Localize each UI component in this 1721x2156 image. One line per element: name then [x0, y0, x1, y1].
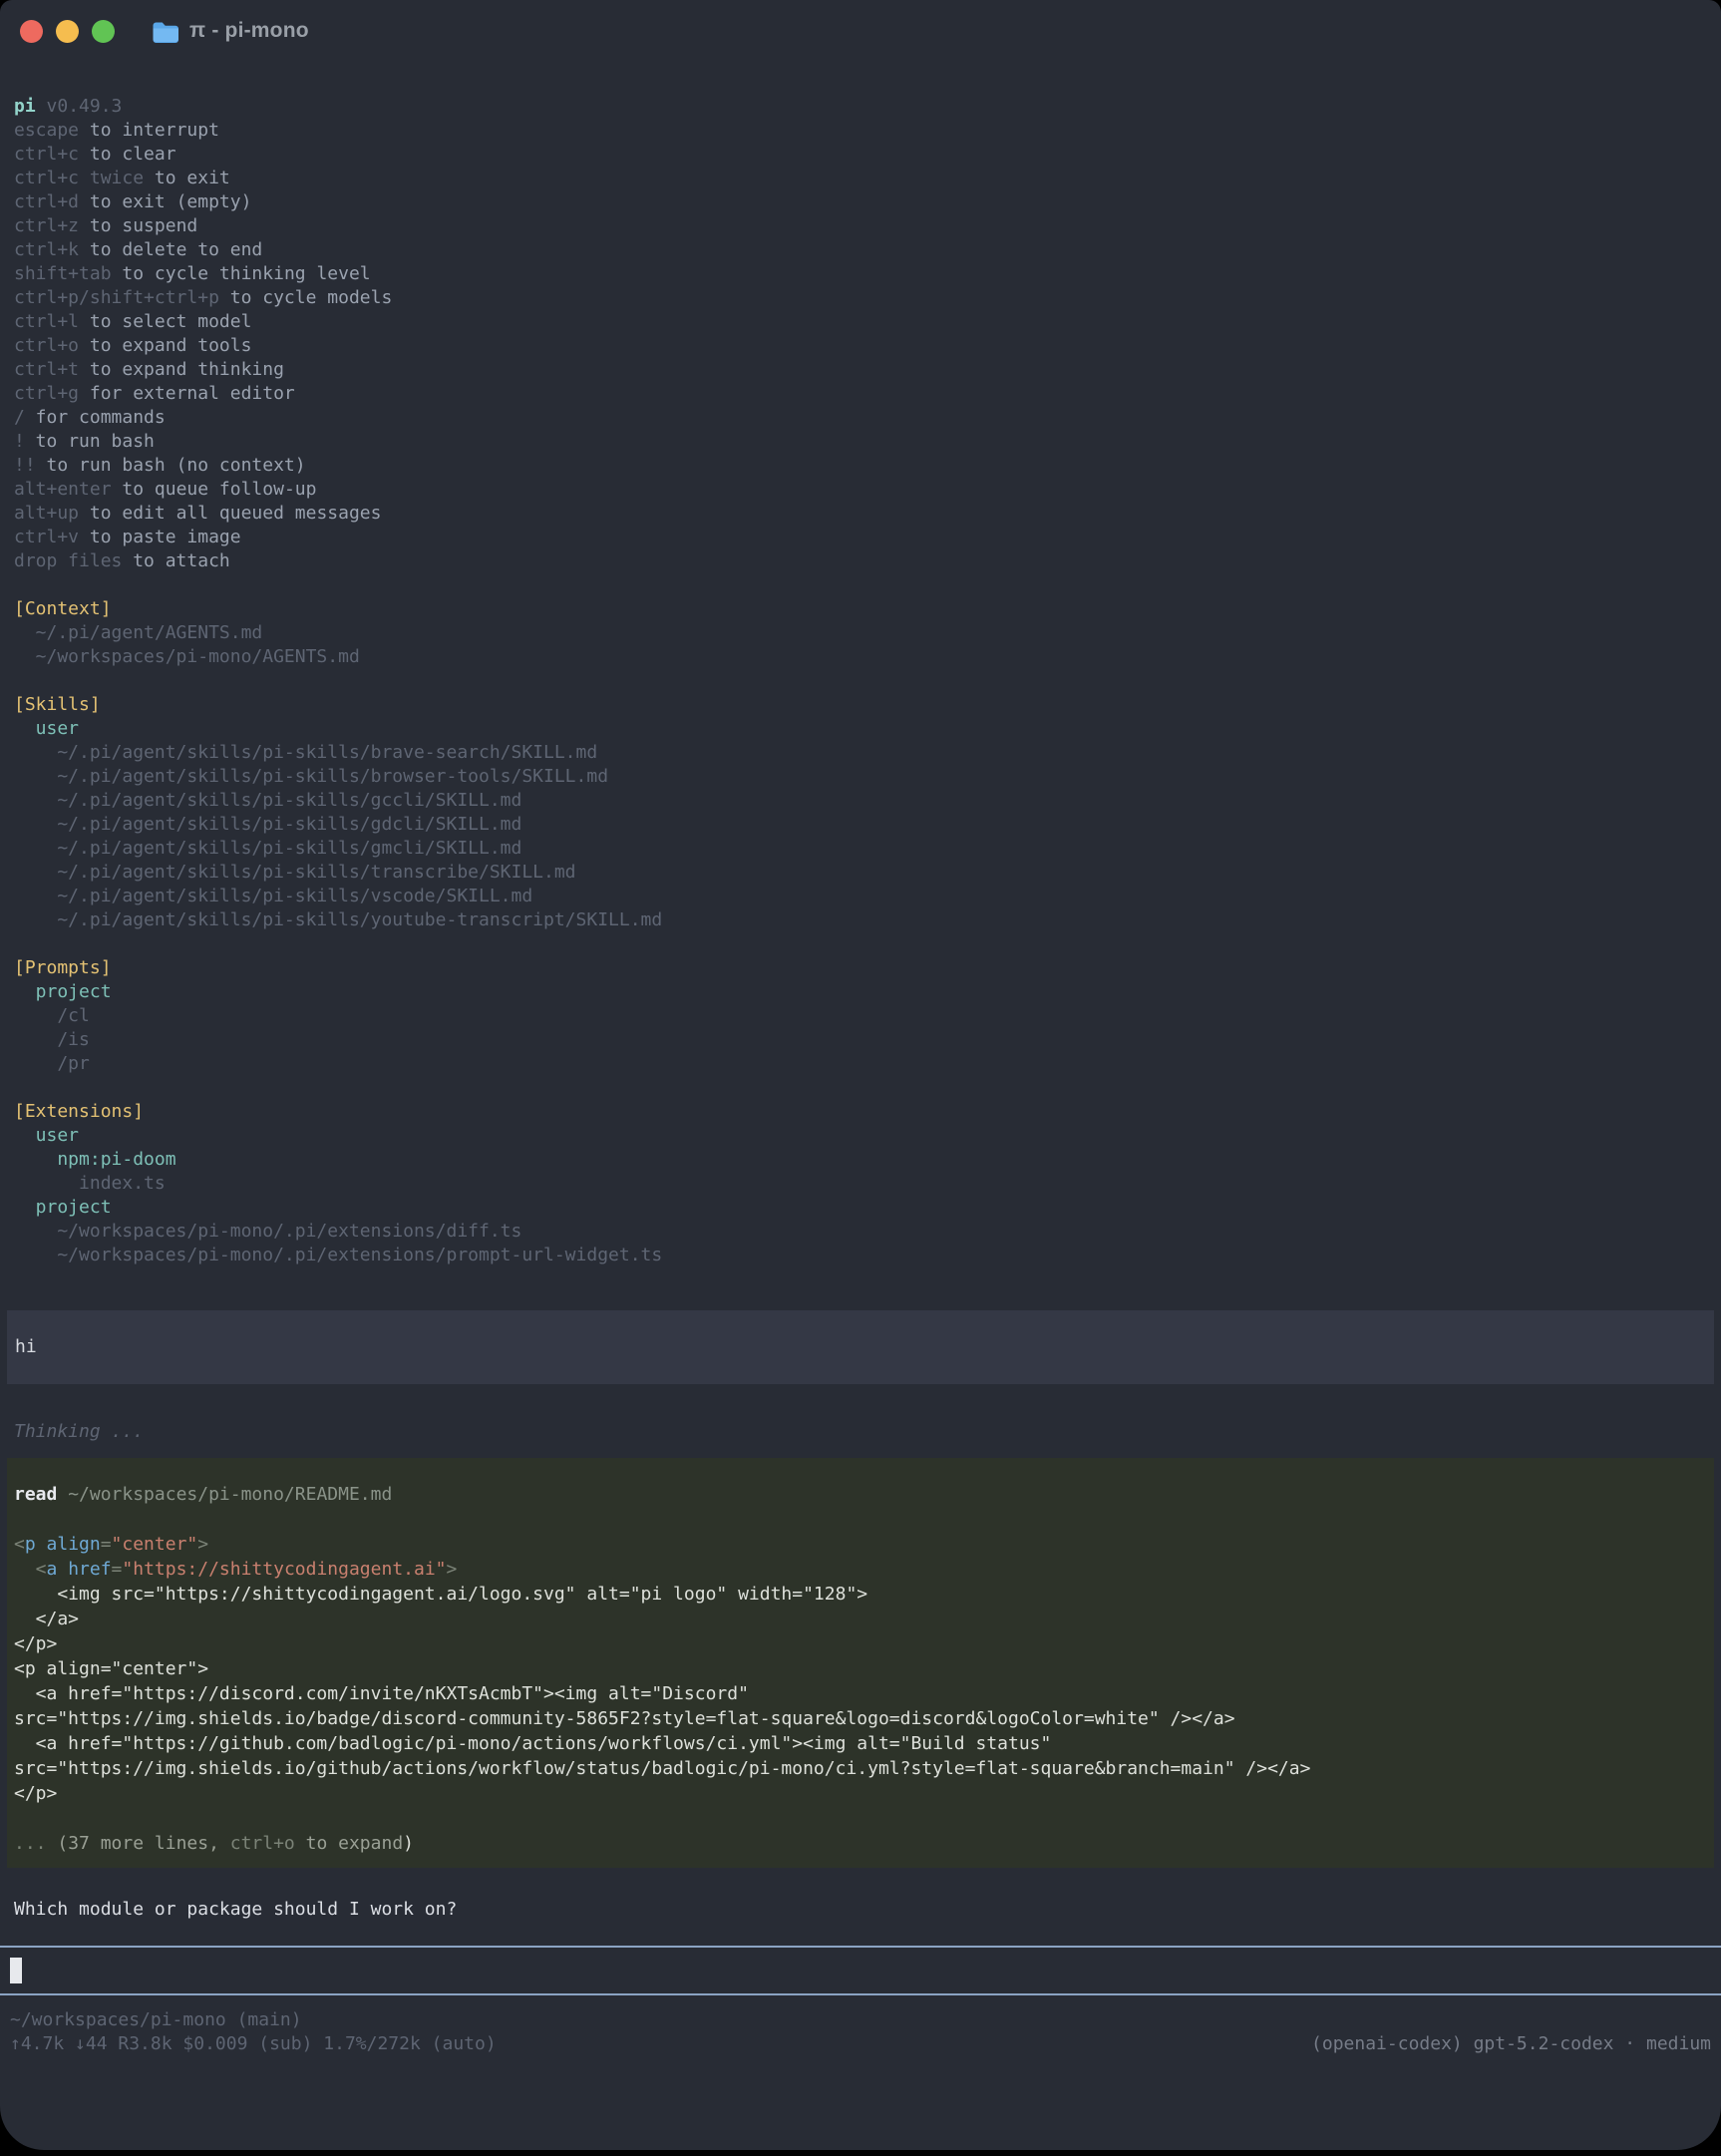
terminal-line: /pr [0, 1052, 1721, 1076]
terminal-line [0, 1076, 1721, 1100]
terminal-line: ~/.pi/agent/skills/pi-skills/gccli/SKILL… [0, 789, 1721, 813]
terminal-line [0, 932, 1721, 956]
terminal-line: [Skills] [0, 693, 1721, 717]
terminal-line: drop files to attach [0, 549, 1721, 573]
terminal-line: <p align="center"> [7, 1532, 1714, 1557]
terminal-line: ~/workspaces/pi-mono/.pi/extensions/diff… [0, 1220, 1721, 1244]
terminal-line: ~/.pi/agent/skills/pi-skills/vscode/SKIL… [0, 885, 1721, 908]
close-button[interactable] [20, 20, 43, 43]
terminal-line: ctrl+z to suspend [0, 214, 1721, 238]
terminal-line: ctrl+c twice to exit [0, 167, 1721, 190]
terminal-line: user [0, 717, 1721, 741]
minimize-button[interactable] [56, 20, 79, 43]
status-cwd-branch: ~/workspaces/pi-mono (main) [10, 2008, 302, 2032]
terminal-line: ctrl+l to select model [0, 310, 1721, 334]
terminal-line: alt+enter to queue follow-up [0, 478, 1721, 502]
terminal-line: /cl [0, 1004, 1721, 1028]
terminal-line: ~/.pi/agent/skills/pi-skills/transcribe/… [0, 861, 1721, 885]
terminal-line: escape to interrupt [0, 119, 1721, 143]
terminal-line: <p align="center"> [7, 1656, 1714, 1681]
terminal-line: ctrl+o to expand tools [0, 334, 1721, 358]
terminal-line: project [0, 1196, 1721, 1220]
text-cursor [10, 1958, 22, 1983]
terminal-line: ~/.pi/agent/skills/pi-skills/brave-searc… [0, 741, 1721, 765]
terminal-line: [Prompts] [0, 956, 1721, 980]
terminal-line [7, 1806, 1714, 1831]
status-token-metrics: ↑4.7k ↓44 R3.8k $0.009 (sub) 1.7%/272k (… [10, 2032, 497, 2056]
terminal-line: <a href="https://github.com/badlogic/pi-… [7, 1731, 1714, 1756]
assistant-message-text: Which module or package should I work on… [0, 1898, 1721, 1922]
terminal-content: pi v0.49.3escape to interruptctrl+c to c… [0, 62, 1721, 2056]
terminal-line: [Context] [0, 597, 1721, 621]
window-titlebar: π - pi-mono [0, 0, 1721, 62]
terminal-line: <a href="https://discord.com/invite/nKXT… [7, 1681, 1714, 1706]
user-message-text: hi [7, 1335, 1714, 1359]
terminal-line: read ~/workspaces/pi-mono/README.md [7, 1482, 1714, 1507]
terminal-line: project [0, 980, 1721, 1004]
terminal-line: ! to run bash [0, 430, 1721, 454]
terminal-line: ~/.pi/agent/skills/pi-skills/browser-too… [0, 765, 1721, 789]
terminal-line: ctrl+d to exit (empty) [0, 190, 1721, 214]
terminal-line: ~/workspaces/pi-mono/.pi/extensions/prom… [0, 1244, 1721, 1267]
terminal-line: / for commands [0, 406, 1721, 430]
terminal-line: index.ts [0, 1172, 1721, 1196]
terminal-line: ... (37 more lines, ctrl+o to expand) [7, 1831, 1714, 1856]
terminal-line: </p> [7, 1631, 1714, 1656]
tool-call-block: read ~/workspaces/pi-mono/README.md <p a… [7, 1458, 1714, 1868]
terminal-line: ctrl+c to clear [0, 143, 1721, 167]
thinking-indicator: Thinking ... [0, 1420, 1721, 1444]
terminal-line: !! to run bash (no context) [0, 454, 1721, 478]
terminal-line: <img src="https://shittycodingagent.ai/l… [7, 1582, 1714, 1607]
user-message-band: hi [7, 1310, 1714, 1384]
terminal-line [7, 1507, 1714, 1532]
terminal-line: <a href="https://shittycodingagent.ai"> [7, 1557, 1714, 1582]
terminal-line: ctrl+g for external editor [0, 382, 1721, 406]
terminal-line: ctrl+v to paste image [0, 526, 1721, 549]
terminal-line: npm:pi-doom [0, 1148, 1721, 1172]
terminal-line: user [0, 1124, 1721, 1148]
terminal-line: src="https://img.shields.io/github/actio… [7, 1756, 1714, 1781]
folder-icon [152, 20, 179, 43]
window-title: π - pi-mono [189, 19, 309, 43]
terminal-line: [Extensions] [0, 1100, 1721, 1124]
terminal-line: ctrl+k to delete to end [0, 238, 1721, 262]
terminal-line: ctrl+t to expand thinking [0, 358, 1721, 382]
terminal-line: shift+tab to cycle thinking level [0, 262, 1721, 286]
prompt-input[interactable] [0, 1946, 1721, 1995]
terminal-line: ~/.pi/agent/AGENTS.md [0, 621, 1721, 645]
terminal-line: ~/workspaces/pi-mono/AGENTS.md [0, 645, 1721, 669]
terminal-line: ~/.pi/agent/skills/pi-skills/gmcli/SKILL… [0, 837, 1721, 861]
startup-help-and-config: pi v0.49.3escape to interruptctrl+c to c… [0, 95, 1721, 1267]
terminal-line: alt+up to edit all queued messages [0, 502, 1721, 526]
terminal-line: src="https://img.shields.io/badge/discor… [7, 1706, 1714, 1731]
terminal-line [0, 669, 1721, 693]
terminal-line: </p> [7, 1781, 1714, 1806]
maximize-button[interactable] [92, 20, 115, 43]
terminal-line [0, 573, 1721, 597]
terminal-line: </a> [7, 1607, 1714, 1631]
terminal-line: ~/.pi/agent/skills/pi-skills/gdcli/SKILL… [0, 813, 1721, 837]
status-model-info: (openai-codex) gpt-5.2-codex · medium [1311, 2032, 1711, 2056]
terminal-line: pi v0.49.3 [0, 95, 1721, 119]
terminal-line: ctrl+p/shift+ctrl+p to cycle models [0, 286, 1721, 310]
terminal-line: /is [0, 1028, 1721, 1052]
terminal-line: ~/.pi/agent/skills/pi-skills/youtube-tra… [0, 908, 1721, 932]
terminal-window: π - pi-mono pi v0.49.3escape to interrup… [0, 0, 1721, 2150]
status-bar: ~/workspaces/pi-mono (main) ↑4.7k ↓44 R3… [0, 2008, 1721, 2056]
